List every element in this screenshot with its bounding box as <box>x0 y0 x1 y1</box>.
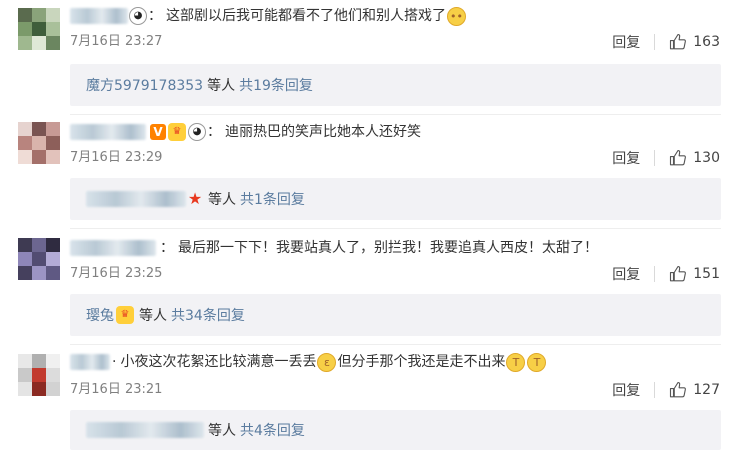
comment-divider <box>70 228 721 229</box>
replier-name[interactable]: 璎兔 <box>86 305 114 325</box>
comment-divider <box>70 114 721 115</box>
reply-preview[interactable]: 魔方5979178353 等人 共19条回复 <box>70 64 721 106</box>
vip-badge-icon: V <box>150 124 166 140</box>
reply-others-label: 等人 <box>208 192 236 208</box>
username-blurred[interactable] <box>70 354 110 370</box>
reply-others-label: 等人 <box>207 78 236 94</box>
divider <box>654 266 656 282</box>
comment-text-part-2: 但分手那个我还是走不出来 <box>337 354 506 370</box>
reply-button[interactable]: 回复 <box>612 264 640 284</box>
colon: ： <box>148 8 162 24</box>
reply-preview[interactable]: 等人 共4条回复 <box>70 410 721 450</box>
pleading-face-icon: •• <box>447 6 466 26</box>
thumbs-up-icon <box>670 33 687 50</box>
star-icon: ★ <box>187 189 203 208</box>
reply-count-link[interactable]: 共19条回复 <box>239 75 313 95</box>
avatar[interactable] <box>18 238 60 280</box>
crying-face-icon: T <box>506 352 526 372</box>
like-button[interactable]: 163 <box>669 33 720 51</box>
crying-face-icon: T <box>527 352 547 372</box>
replier-name[interactable]: 魔方5979178353 <box>86 75 203 95</box>
avatar[interactable] <box>18 354 60 396</box>
like-button[interactable]: 127 <box>669 381 720 399</box>
comment-text: 这部剧以后我可能都看不了他们和别人搭戏了 <box>166 8 446 24</box>
username-blurred[interactable] <box>70 8 128 24</box>
divider <box>654 34 656 50</box>
username-blurred[interactable] <box>70 240 156 256</box>
reply-others-label: 等人 <box>208 423 236 439</box>
avatar[interactable] <box>18 8 60 50</box>
reply-button[interactable]: 回复 <box>612 380 640 400</box>
thumbs-up-icon <box>670 381 687 398</box>
comment-date: 7月16日 23:27 <box>70 34 163 49</box>
reply-button[interactable]: 回复 <box>612 32 640 52</box>
comment-divider <box>70 344 721 345</box>
crown-badge-icon: ♛ <box>168 123 186 141</box>
like-button[interactable]: 130 <box>669 149 720 167</box>
reply-preview[interactable]: 璎兔 ♛ 等人 共34条回复 <box>70 294 721 336</box>
colon: · <box>112 354 117 370</box>
colon: ： <box>207 124 221 140</box>
like-count: 151 <box>693 266 720 282</box>
thumbs-up-icon <box>670 149 687 166</box>
comment-text: 迪丽热巴的笑声比她本人还好笑 <box>225 124 421 140</box>
replier-name-blurred[interactable] <box>86 191 186 207</box>
like-count: 163 <box>693 34 720 50</box>
like-count: 130 <box>693 150 720 166</box>
reply-count-link[interactable]: 共4条回复 <box>240 420 305 440</box>
divider <box>654 150 656 166</box>
thumbs-up-icon <box>670 265 687 282</box>
panda-emoji-icon: ◕ <box>129 7 147 25</box>
replier-name-blurred[interactable] <box>86 422 204 438</box>
divider <box>654 382 656 398</box>
comment-date: 7月16日 23:29 <box>70 150 163 165</box>
reply-count-link[interactable]: 共1条回复 <box>240 189 305 209</box>
panda-emoji-icon: ◕ <box>188 123 206 141</box>
comment-date: 7月16日 23:21 <box>70 382 163 397</box>
avatar[interactable] <box>18 122 60 164</box>
reply-others-label: 等人 <box>139 308 167 324</box>
username-blurred[interactable] <box>70 124 146 140</box>
comment-date: 7月16日 23:25 <box>70 266 163 281</box>
comment-text: 最后那一下下！我要站真人了，别拦我！我要追真人西皮！太甜了！ <box>178 240 598 256</box>
kissing-face-icon: ε <box>317 352 337 372</box>
reply-preview[interactable]: ★ 等人 共1条回复 <box>70 178 721 220</box>
like-count: 127 <box>693 382 720 398</box>
comment-text-part-1: 小夜这次花絮还比较满意一丢丢 <box>120 354 317 370</box>
colon: ： <box>160 240 174 256</box>
reply-button[interactable]: 回复 <box>612 148 640 168</box>
reply-count-link[interactable]: 共34条回复 <box>171 305 245 325</box>
crown-badge-icon: ♛ <box>116 306 134 324</box>
like-button[interactable]: 151 <box>669 265 720 283</box>
